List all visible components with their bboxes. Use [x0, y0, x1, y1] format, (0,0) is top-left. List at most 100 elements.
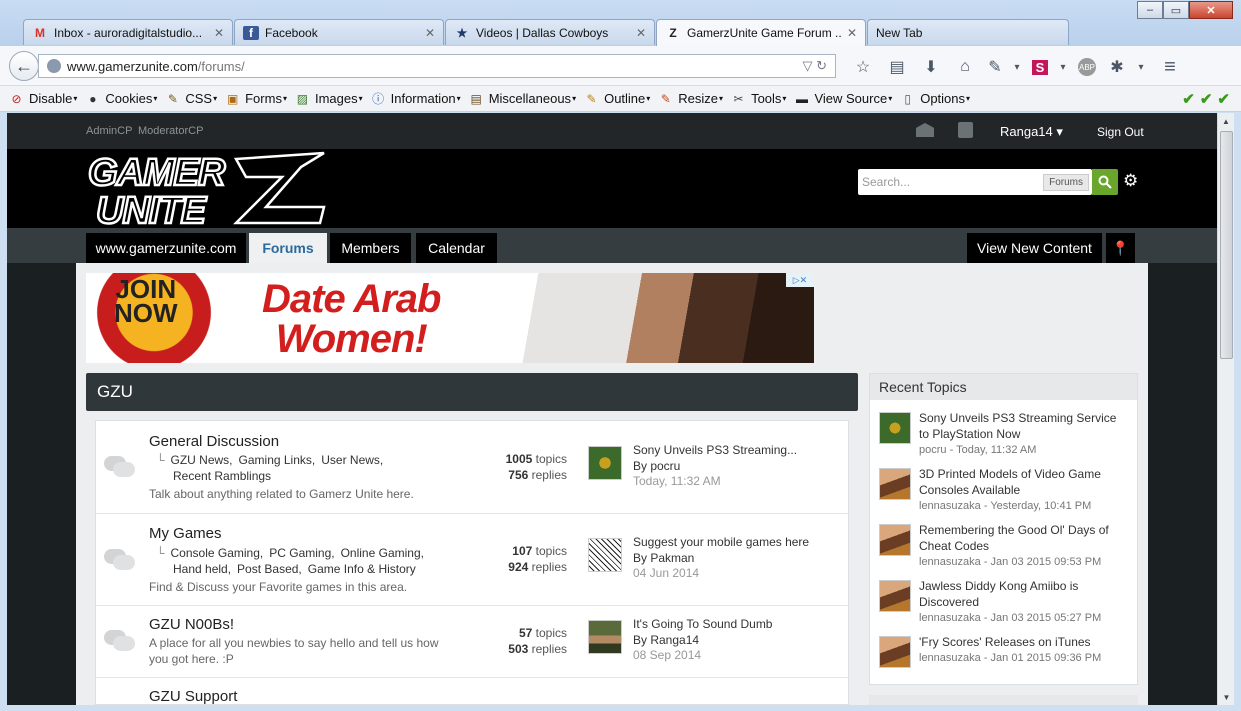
tab-facebook[interactable]: f Facebook ✕	[234, 19, 444, 45]
last-poster-avatar[interactable]	[588, 446, 622, 480]
devbar-css[interactable]: ✎ CSS ▾	[165, 91, 217, 106]
adblock-icon[interactable]: ABP	[1072, 56, 1102, 78]
location-pin-icon[interactable]: 📍	[1106, 233, 1135, 263]
devbar-options[interactable]: ▯ Options ▾	[900, 91, 970, 106]
eyedropper-icon[interactable]: ✎	[982, 56, 1008, 78]
dropdown-caret-icon[interactable]: ▾	[1054, 56, 1072, 78]
close-window-button[interactable]: ✕	[1189, 1, 1233, 19]
recent-topic-link[interactable]: Jawless Diddy Kong Amiibo is Discovered	[919, 578, 1129, 610]
last-post-author[interactable]: By Ranga14	[633, 633, 772, 649]
nav-tab-forums[interactable]: Forums	[249, 233, 327, 263]
search-button[interactable]	[1092, 169, 1118, 195]
sign-out-link[interactable]: Sign Out	[1097, 125, 1144, 139]
subforum-link[interactable]: GZU News,	[171, 453, 233, 467]
notifications-icon[interactable]	[958, 122, 973, 138]
last-post-title-link[interactable]: Suggest your mobile games here	[633, 535, 809, 551]
devbar-forms[interactable]: ▣ Forms ▾	[225, 91, 287, 106]
last-post-title-link[interactable]: Sony Unveils PS3 Streaming...	[633, 443, 797, 459]
subforum-link[interactable]: Online Gaming,	[341, 546, 424, 560]
close-tab-icon[interactable]: ✕	[214, 26, 224, 40]
subforum-link[interactable]: Hand held,	[173, 562, 231, 576]
tab-gamerzunite[interactable]: Z GamerzUnite Game Forum ... ✕	[656, 19, 866, 46]
recent-topic-link[interactable]: Remembering the Good Ol' Days of Cheat C…	[919, 522, 1129, 554]
extension-icon[interactable]: ✱	[1102, 56, 1132, 78]
scroll-up-arrow-icon[interactable]: ▲	[1218, 113, 1234, 129]
nav-tab-calendar[interactable]: Calendar	[416, 233, 497, 263]
devbar-tools[interactable]: ✂ Tools ▾	[731, 91, 787, 106]
last-poster-avatar[interactable]	[588, 620, 622, 654]
subforum-link[interactable]: Recent Ramblings	[173, 469, 271, 483]
last-post-author[interactable]: By Pakman	[633, 551, 809, 567]
recent-topic-link[interactable]: 3D Printed Models of Video Game Consoles…	[919, 466, 1129, 498]
topic-author-avatar[interactable]	[879, 524, 911, 556]
close-tab-icon[interactable]: ✕	[636, 26, 646, 40]
tab-gmail[interactable]: M Inbox - auroradigitalstudio... ✕	[23, 19, 233, 45]
topic-author-avatar[interactable]	[879, 580, 911, 612]
devbar-outline[interactable]: ✎ Outline ▾	[584, 91, 651, 106]
devbar-images[interactable]: ▨ Images ▾	[295, 91, 363, 106]
url-reload-icons[interactable]: ▽ ↻	[802, 58, 827, 74]
page-scrollbar[interactable]: ▲ ▼	[1217, 113, 1234, 705]
reply-count: 756	[508, 468, 529, 482]
ad-headline: Date Arab Women!	[262, 279, 441, 359]
tab-new-tab[interactable]: New Tab	[867, 19, 1069, 45]
forum-title-link[interactable]: My Games	[149, 525, 222, 542]
maximize-button[interactable]: ▭	[1163, 1, 1189, 19]
topic-author-avatar[interactable]	[879, 468, 911, 500]
menu-icon[interactable]: ≡	[1150, 56, 1190, 78]
advertisement-banner[interactable]: JOIN NOW Date Arab Women! ▷✕	[86, 273, 814, 363]
moderatorcp-link[interactable]: ModeratorCP	[138, 125, 203, 137]
scrollbar-thumb[interactable]	[1220, 131, 1233, 359]
topic-author-avatar[interactable]	[879, 412, 911, 444]
scroll-down-arrow-icon[interactable]: ▼	[1218, 689, 1235, 705]
subforum-link[interactable]: PC Gaming,	[269, 546, 334, 560]
home-icon[interactable]: ⌂	[948, 56, 982, 78]
admincp-link[interactable]: AdminCP	[86, 125, 132, 137]
messenger-icon[interactable]	[916, 123, 934, 137]
subforum-link[interactable]: Game Info & History	[308, 562, 416, 576]
dropdown-caret-icon[interactable]: ▾	[1132, 56, 1150, 78]
topic-count: 1005	[505, 452, 533, 466]
category-header[interactable]: GZU	[86, 373, 858, 411]
user-menu[interactable]: Ranga14 ▾	[1000, 124, 1063, 140]
subforum-link[interactable]: User News,	[321, 453, 383, 467]
devbar-information[interactable]: ⓘ Information ▾	[371, 91, 461, 106]
last-post-author[interactable]: By pocru	[633, 459, 797, 475]
forum-title-link[interactable]: GZU Support	[149, 688, 237, 705]
tab-dallas-cowboys[interactable]: ★ Videos | Dallas Cowboys ✕	[445, 19, 655, 45]
dropdown-caret-icon[interactable]: ▾	[1008, 56, 1026, 78]
subforum-link[interactable]: Console Gaming,	[171, 546, 264, 560]
site-logo[interactable]: GAMER UNITE	[86, 151, 326, 233]
subforum-link[interactable]: Gaming Links,	[239, 453, 316, 467]
recent-topic-link[interactable]: Sony Unveils PS3 Streaming Service to Pl…	[919, 410, 1129, 442]
reading-list-icon[interactable]: ▤	[880, 56, 914, 78]
devbar-cookies[interactable]: ● Cookies ▾	[85, 91, 157, 106]
devbar-resize[interactable]: ✎ Resize ▾	[658, 91, 723, 106]
recent-topic-link[interactable]: 'Fry Scores' Releases on iTunes	[919, 634, 1129, 650]
last-post-title-link[interactable]: It's Going To Sound Dumb	[633, 617, 772, 633]
search-input[interactable]: Search... Forums	[858, 169, 1092, 195]
forum-title-link[interactable]: GZU N00Bs!	[149, 616, 234, 633]
topic-author-avatar[interactable]	[879, 636, 911, 668]
search-scope-forums[interactable]: Forums	[1043, 173, 1089, 191]
devbar-disable[interactable]: ⊘ Disable ▾	[9, 91, 77, 106]
search-settings-gear-icon[interactable]: ⚙	[1123, 171, 1138, 191]
download-icon[interactable]: ⬇	[914, 56, 948, 78]
devbar-view-source[interactable]: ▬ View Source ▾	[794, 91, 892, 106]
view-new-content-button[interactable]: View New Content	[967, 233, 1102, 263]
bookmark-star-icon[interactable]: ☆	[846, 56, 880, 78]
close-tab-icon[interactable]: ✕	[847, 26, 857, 40]
last-poster-avatar[interactable]	[588, 538, 622, 572]
nav-tab-home[interactable]: www.gamerzunite.com	[86, 233, 246, 263]
tab-title: New Tab	[876, 25, 923, 40]
url-bar[interactable]: www.gamerzunite.com/forums/ ▽ ↻	[38, 54, 836, 78]
close-tab-icon[interactable]: ✕	[425, 26, 435, 40]
subforum-link[interactable]: Post Based,	[237, 562, 302, 576]
forum-title-link[interactable]: General Discussion	[149, 433, 279, 450]
minimize-button[interactable]: –	[1137, 1, 1163, 19]
back-button[interactable]: ←	[9, 51, 39, 81]
stylish-icon[interactable]: S	[1026, 56, 1054, 78]
nav-tab-members[interactable]: Members	[330, 233, 411, 263]
devbar-miscellaneous[interactable]: ▤ Miscellaneous ▾	[469, 91, 577, 106]
adchoices-icon[interactable]: ▷✕	[786, 273, 814, 287]
